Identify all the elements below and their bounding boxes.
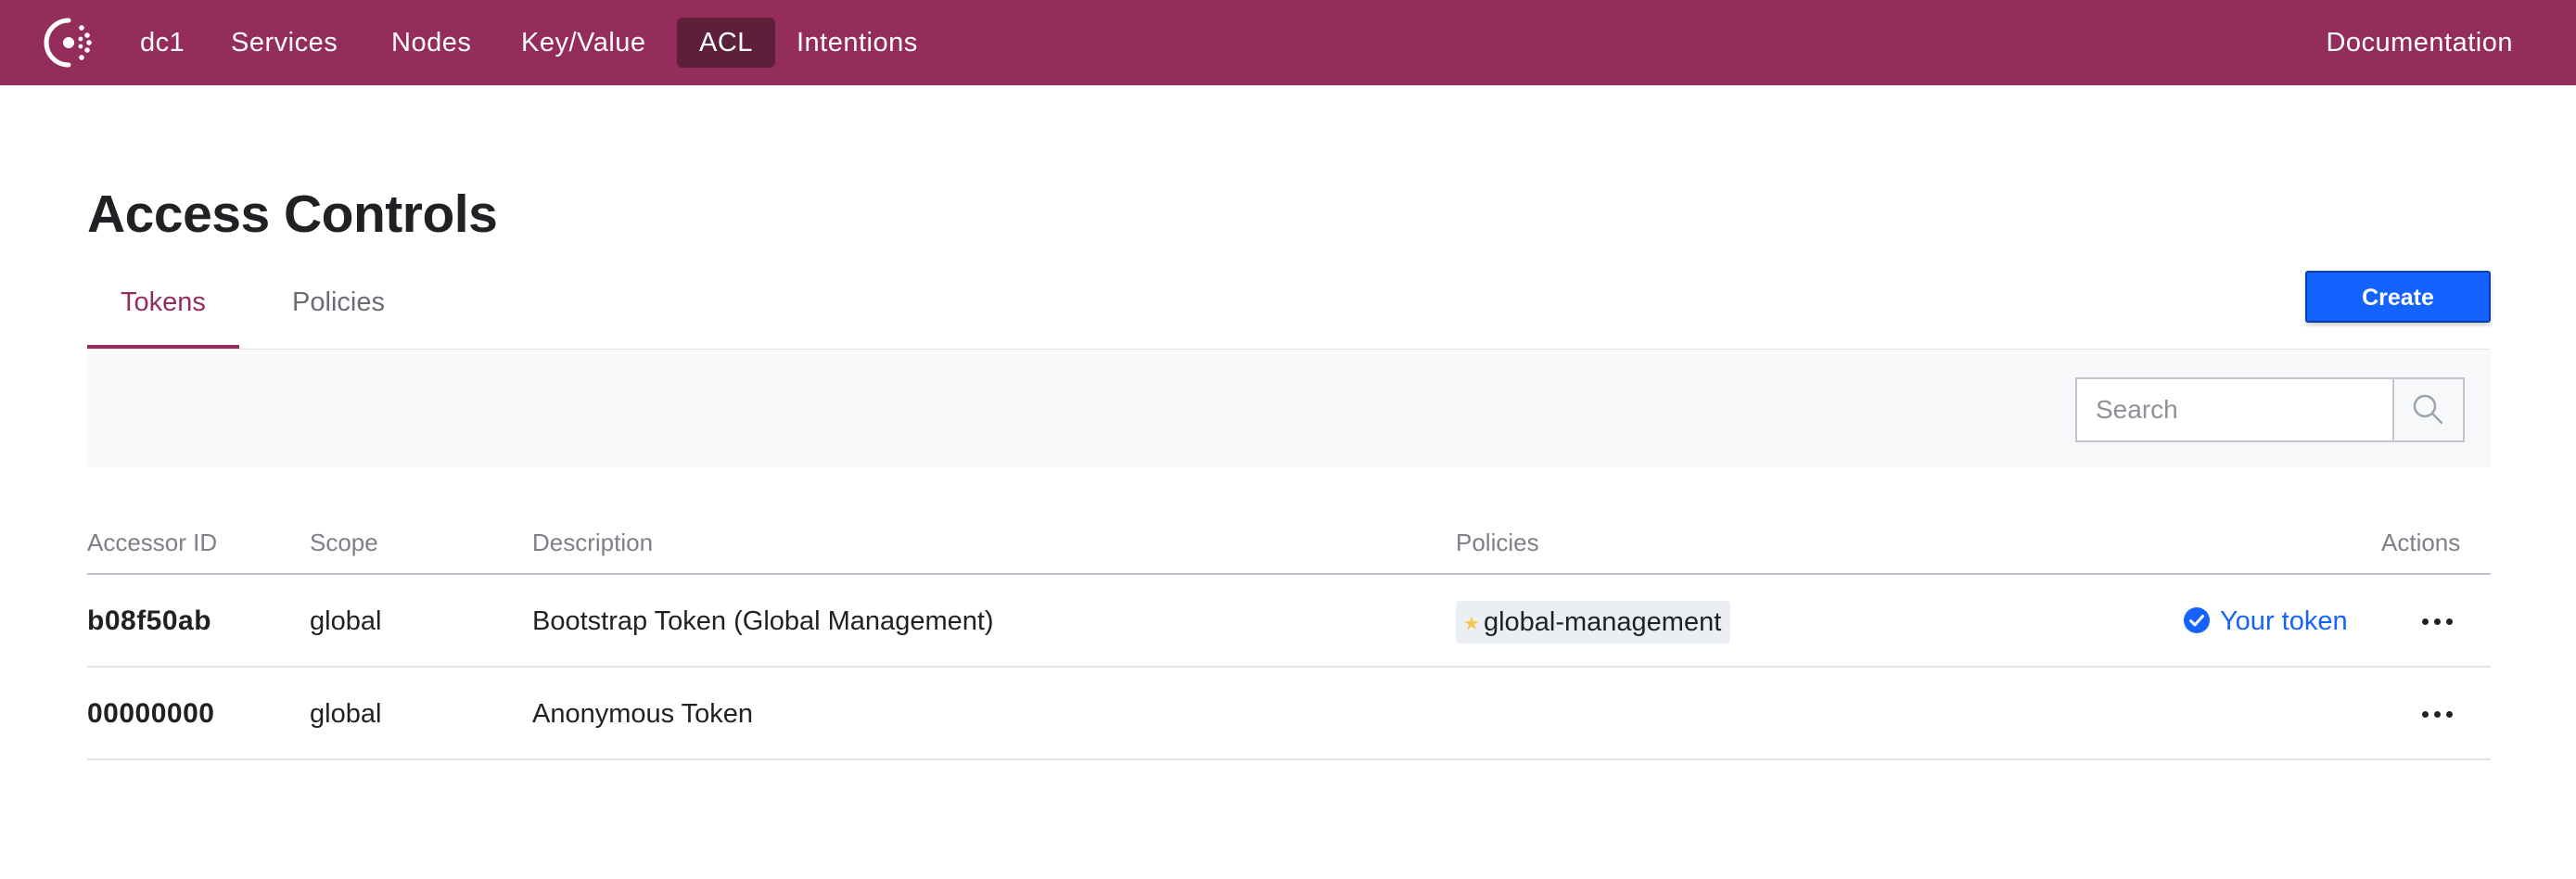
consul-logo-icon[interactable] xyxy=(41,15,96,70)
policy-name: global-management xyxy=(1483,607,1722,637)
policy-pill[interactable]: ★ global-management xyxy=(1456,601,1731,643)
scope: global xyxy=(310,699,382,729)
more-dot xyxy=(2445,618,2453,625)
nav-nodes[interactable]: Nodes xyxy=(369,18,493,68)
nav-intentions[interactable]: Intentions xyxy=(774,18,940,68)
nav-documentation[interactable]: Documentation xyxy=(2303,18,2535,68)
star-icon: ★ xyxy=(1463,614,1480,634)
row-actions-button[interactable] xyxy=(2413,699,2461,729)
table-row[interactable]: 00000000 global Anonymous Token xyxy=(87,668,2491,760)
accessor-id: b08f50ab xyxy=(87,605,212,636)
search-input[interactable] xyxy=(2075,377,2392,442)
accessor-id: 00000000 xyxy=(87,698,215,729)
tab-tokens[interactable]: Tokens xyxy=(87,278,239,349)
create-button[interactable]: Create xyxy=(2305,271,2491,323)
your-token-label: Your token xyxy=(2220,606,2348,636)
nav-acl[interactable]: ACL xyxy=(677,18,775,68)
header-policies: Policies xyxy=(1456,529,1539,556)
header-actions: Actions xyxy=(2381,529,2461,556)
your-token-indicator: Your token xyxy=(2183,575,2348,668)
search-icon xyxy=(2413,394,2443,425)
header-scope: Scope xyxy=(310,529,378,556)
table-row[interactable]: b08f50ab global Bootstrap Token (Global … xyxy=(87,575,2491,668)
scope: global xyxy=(310,606,382,636)
page-title: Access Controls xyxy=(87,185,498,244)
more-dot xyxy=(2445,710,2453,718)
nav-services[interactable]: Services xyxy=(209,18,360,68)
more-dot xyxy=(2433,618,2441,625)
more-dots-icon xyxy=(2421,710,2429,718)
top-nav: dc1 Services Nodes Key/Value ACL Intenti… xyxy=(0,0,2576,85)
description: Anonymous Token xyxy=(532,699,754,729)
nav-key-value[interactable]: Key/Value xyxy=(499,18,669,68)
tokens-table: Accessor ID Scope Description Policies A… xyxy=(87,512,2491,760)
header-description: Description xyxy=(532,529,654,556)
check-circle-icon xyxy=(2184,607,2210,633)
search-box xyxy=(2075,377,2465,442)
more-dot xyxy=(2433,710,2441,718)
row-actions-button[interactable] xyxy=(2413,606,2461,636)
search-button[interactable] xyxy=(2392,377,2465,442)
nav-datacenter-dc1[interactable]: dc1 xyxy=(118,18,207,68)
header-accessor-id: Accessor ID xyxy=(87,529,218,556)
table-header: Accessor ID Scope Description Policies A… xyxy=(87,512,2491,575)
more-dots-icon xyxy=(2421,618,2429,625)
description: Bootstrap Token (Global Management) xyxy=(532,606,994,636)
filter-bar xyxy=(87,349,2491,467)
tab-policies[interactable]: Policies xyxy=(269,278,408,349)
